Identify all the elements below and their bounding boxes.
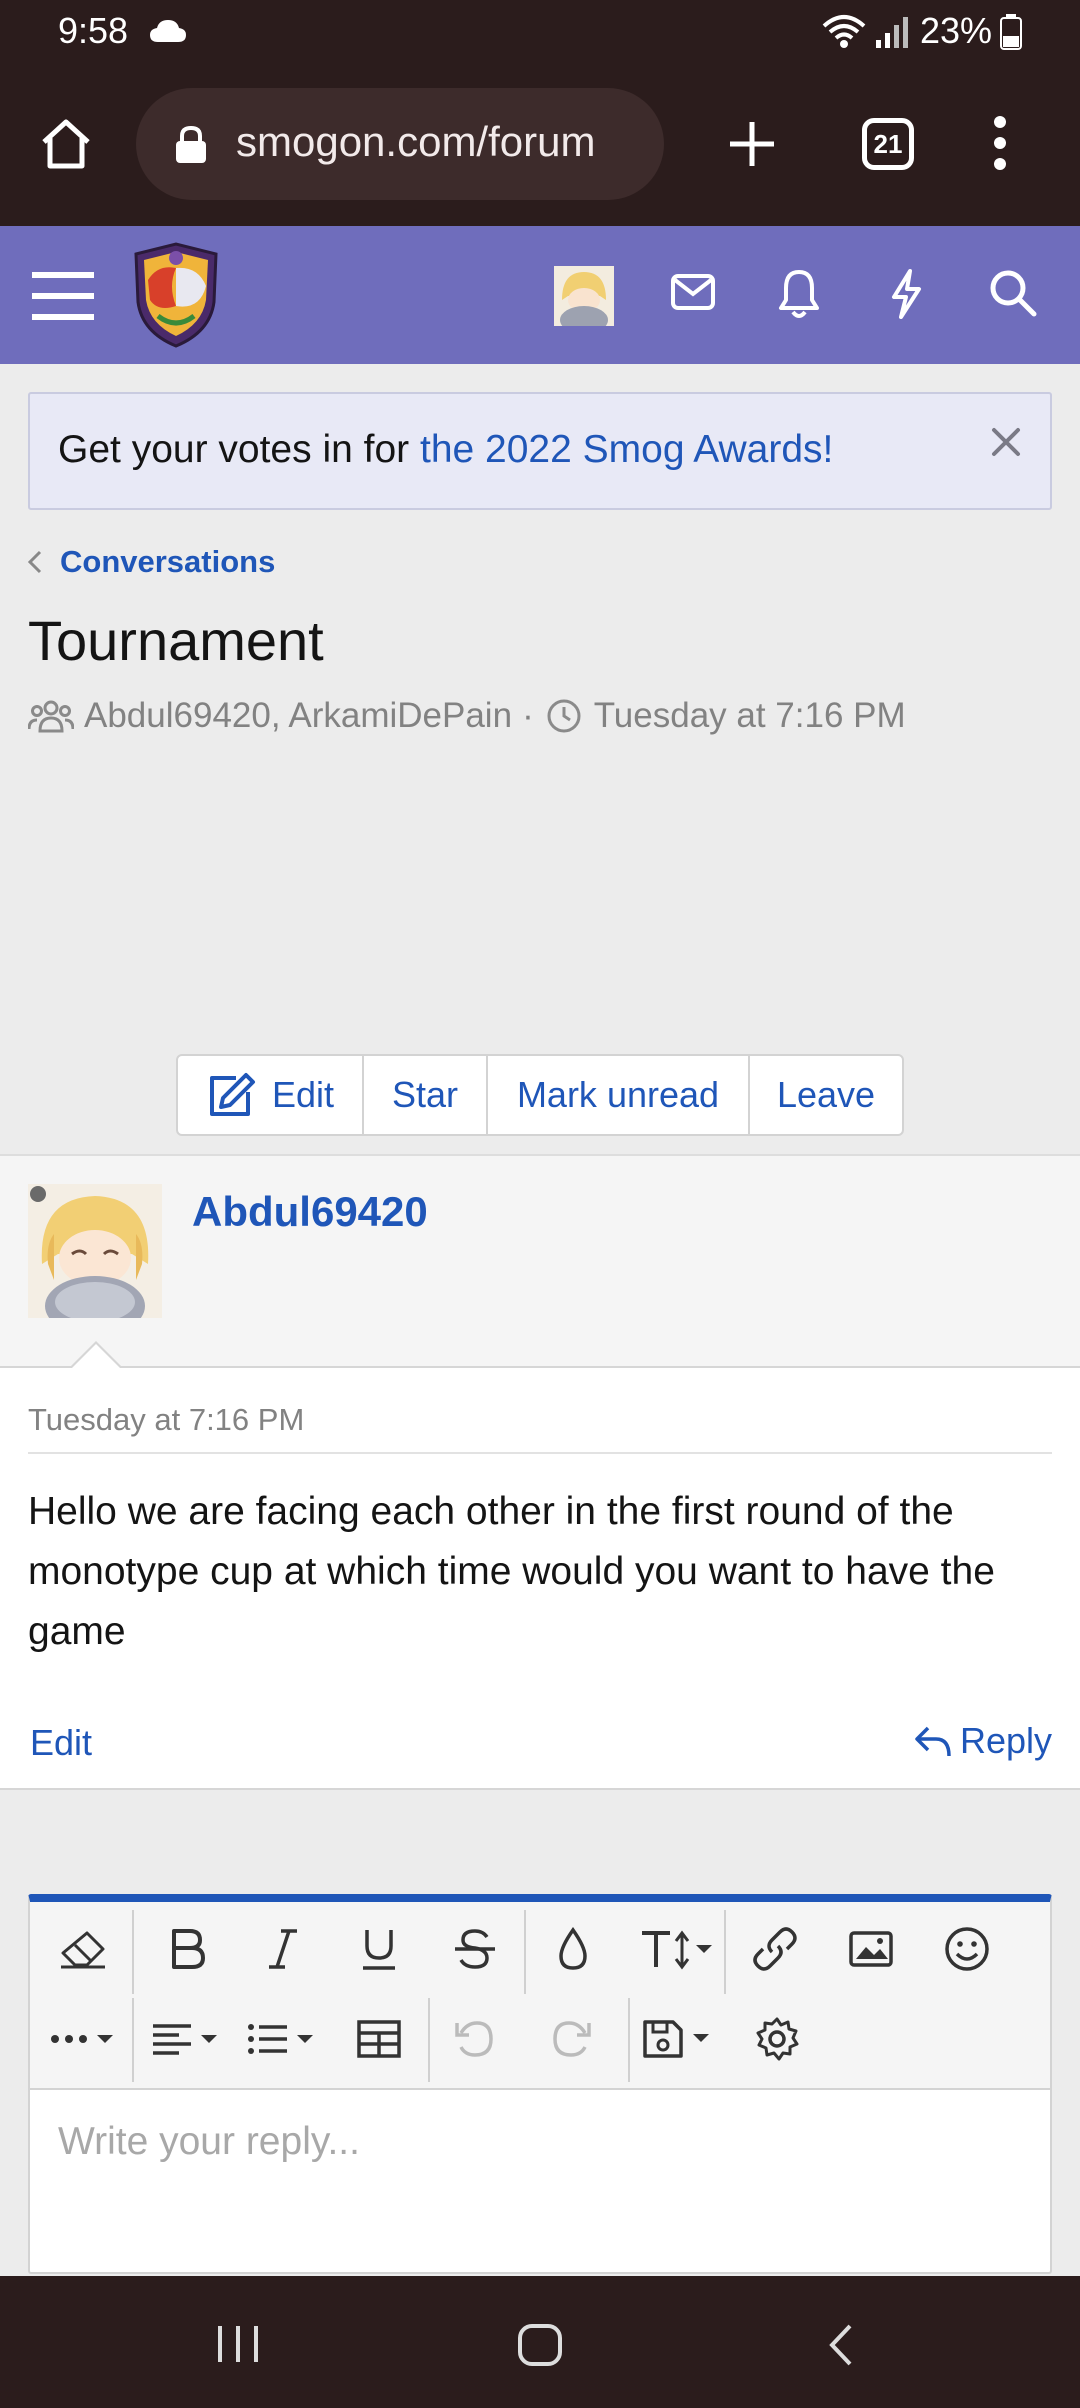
- breadcrumb[interactable]: Conversations: [28, 542, 275, 582]
- wifi-icon: [822, 14, 866, 50]
- toolbar-separator: [132, 1998, 134, 2082]
- participants-icon: [28, 699, 74, 733]
- cloud-icon: [148, 18, 188, 44]
- star-button[interactable]: Star: [364, 1056, 488, 1134]
- underline-icon[interactable]: [344, 1914, 414, 1984]
- image-icon[interactable]: [836, 1914, 906, 1984]
- message-body: Tuesday at 7:16 PM Hello we are facing e…: [0, 1368, 1080, 1790]
- back-icon[interactable]: [826, 2322, 856, 2368]
- reply-label: Reply: [960, 1720, 1053, 1761]
- smiley-icon[interactable]: [932, 1914, 1002, 1984]
- page-title: Tournament: [28, 609, 324, 672]
- author-avatar[interactable]: [28, 1184, 162, 1318]
- browser-toolbar: smogon.com/forum 21: [0, 66, 1080, 226]
- status-bar: 9:58 23%: [0, 0, 1080, 66]
- battery-icon: [1000, 14, 1022, 50]
- bell-icon[interactable]: [778, 268, 820, 320]
- reply-input[interactable]: Write your reply...: [58, 2120, 360, 2164]
- message-content: Hello we are facing each other in the fi…: [28, 1490, 995, 1653]
- edit-button[interactable]: Edit: [178, 1056, 364, 1134]
- site-header: [0, 226, 1080, 364]
- notice-link[interactable]: the 2022 Smog Awards!: [420, 428, 833, 471]
- signal-icon: [874, 16, 910, 48]
- toolbar-separator: [428, 1998, 430, 2082]
- conversation-actions: Edit Star Mark unread Leave: [176, 1054, 904, 1136]
- notice-prefix: Get your votes in for: [58, 428, 420, 471]
- home-icon[interactable]: [38, 116, 94, 172]
- started-time: Tuesday at 7:16 PM: [593, 696, 906, 735]
- awards-notice: Get your votes in for the 2022 Smog Awar…: [28, 392, 1052, 510]
- url-text[interactable]: smogon.com/forum: [236, 118, 595, 166]
- mark-unread-button[interactable]: Mark unread: [488, 1056, 750, 1134]
- message-user-block: Abdul69420: [0, 1154, 1080, 1370]
- home-button-icon[interactable]: [516, 2322, 564, 2368]
- message-author[interactable]: Abdul69420: [192, 1188, 428, 1236]
- participants-text[interactable]: Abdul69420, ArkamiDePain: [84, 696, 512, 736]
- chevron-left-icon: [28, 550, 42, 574]
- redo-icon[interactable]: [536, 2004, 606, 2074]
- leave-button[interactable]: Leave: [750, 1056, 902, 1134]
- toolbar-separator: [524, 1910, 526, 1994]
- status-time: 9:58: [58, 10, 129, 51]
- undo-icon[interactable]: [440, 2004, 510, 2074]
- table-icon[interactable]: [344, 2004, 414, 2074]
- toolbar-separator: [628, 1998, 630, 2082]
- bolt-icon[interactable]: [888, 268, 924, 320]
- speech-arrow: [70, 1344, 122, 1370]
- align-icon[interactable]: [148, 2004, 228, 2074]
- link-icon[interactable]: [740, 1914, 810, 1984]
- message-date[interactable]: Tuesday at 7:16 PM: [28, 1402, 304, 1438]
- toolbar-separator: [132, 1910, 134, 1994]
- reply-button[interactable]: Reply: [914, 1720, 1052, 1762]
- strikethrough-icon[interactable]: [440, 1914, 510, 1984]
- message-divider: [28, 1452, 1052, 1454]
- toolbar-separator: [724, 1910, 726, 1994]
- save-draft-icon[interactable]: [640, 2004, 720, 2074]
- recents-icon[interactable]: [216, 2324, 260, 2364]
- settings-icon[interactable]: [742, 2004, 812, 2074]
- reply-editor: Write your reply...: [28, 1894, 1052, 2274]
- list-icon[interactable]: [244, 2004, 324, 2074]
- color-drop-icon[interactable]: [538, 1914, 608, 1984]
- italic-icon[interactable]: [248, 1914, 318, 1984]
- mail-icon[interactable]: [670, 272, 716, 312]
- more-vert-icon[interactable]: [986, 114, 1014, 172]
- message-edit-link[interactable]: Edit: [30, 1722, 92, 1764]
- close-icon[interactable]: [990, 426, 1022, 458]
- more-icon[interactable]: [48, 2004, 124, 2074]
- bold-icon[interactable]: [152, 1914, 222, 1984]
- text-size-icon[interactable]: [634, 1914, 718, 1984]
- meta-separator: ·: [522, 696, 534, 735]
- lock-icon: [174, 126, 208, 164]
- user-avatar[interactable]: [554, 266, 614, 326]
- clock-icon: [546, 698, 582, 734]
- system-nav-bar: [0, 2276, 1080, 2408]
- hamburger-icon[interactable]: [32, 268, 94, 324]
- battery-percent: 23%: [920, 10, 993, 51]
- eraser-icon[interactable]: [48, 1914, 118, 1984]
- edit-button-label: Edit: [271, 1074, 335, 1115]
- smogon-logo[interactable]: [128, 240, 224, 350]
- editor-toolbar: [30, 1902, 1050, 2090]
- address-bar[interactable]: smogon.com/forum: [136, 88, 664, 200]
- search-icon[interactable]: [988, 268, 1038, 318]
- conversation-meta: Abdul69420, ArkamiDePain · Tuesday at 7:…: [28, 696, 906, 736]
- tab-count-button[interactable]: 21: [862, 118, 914, 170]
- notice-text: Get your votes in for the 2022 Smog Awar…: [58, 428, 833, 472]
- breadcrumb-conversations[interactable]: Conversations: [60, 544, 275, 580]
- plus-icon[interactable]: [724, 116, 780, 172]
